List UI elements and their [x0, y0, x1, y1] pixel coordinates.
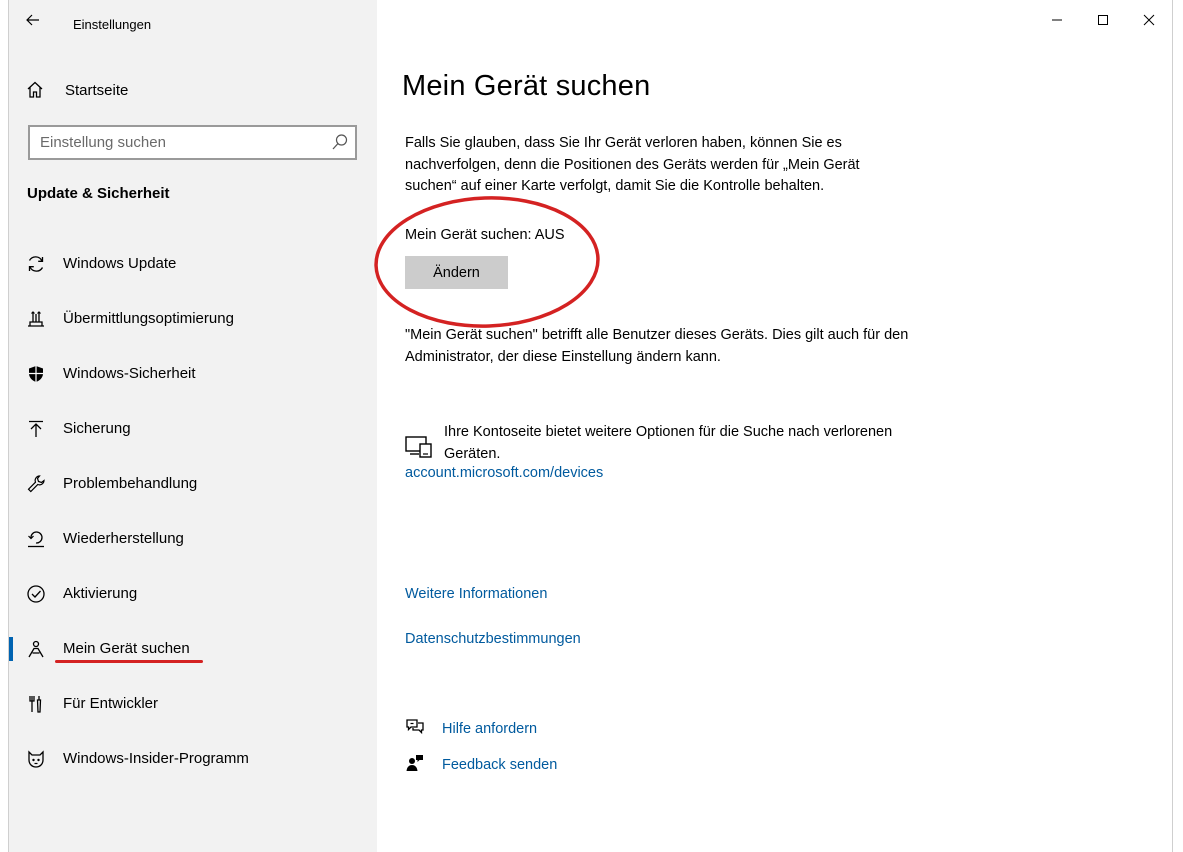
- red-underline-annotation: [55, 660, 203, 663]
- sidebar: Einstellungen Startseite Update & Sicher…: [9, 0, 377, 852]
- sidebar-item-label: Sicherung: [63, 420, 131, 437]
- sidebar-item-recovery[interactable]: Wiederherstellung: [9, 511, 377, 566]
- check-circle-icon: [25, 583, 47, 605]
- settings-search: [28, 125, 357, 160]
- feedback-row[interactable]: Feedback senden: [405, 753, 557, 777]
- sidebar-item-find-my-device[interactable]: Mein Gerät suchen: [9, 621, 377, 676]
- back-arrow-icon: [26, 14, 39, 26]
- sidebar-item-windows-security[interactable]: Windows-Sicherheit: [9, 346, 377, 401]
- help-chat-icon: [405, 717, 425, 742]
- sync-icon: [25, 253, 47, 275]
- maximize-icon: [1098, 15, 1108, 25]
- home-icon: [27, 81, 43, 98]
- main-content: Mein Gerät suchen Falls Sie glauben, das…: [374, 0, 1172, 852]
- sidebar-item-backup[interactable]: Sicherung: [9, 401, 377, 456]
- account-page-text: Ihre Kontoseite bietet weitere Optionen …: [444, 424, 893, 462]
- get-help-link[interactable]: Hilfe anfordern: [442, 721, 537, 737]
- feedback-person-icon: [405, 753, 425, 778]
- more-info-link[interactable]: Weitere Informationen: [405, 586, 547, 602]
- home-link[interactable]: Startseite: [25, 76, 128, 104]
- sidebar-item-troubleshoot[interactable]: Problembehandlung: [9, 456, 377, 511]
- sidebar-item-windows-update[interactable]: Windows Update: [9, 236, 377, 291]
- sidebar-item-windows-insider[interactable]: Windows-Insider-Programm: [9, 731, 377, 786]
- sidebar-item-label: Aktivierung: [63, 585, 138, 602]
- sidebar-item-activation[interactable]: Aktivierung: [9, 566, 377, 621]
- change-button[interactable]: Ändern: [405, 256, 508, 289]
- all-users-note: "Mein Gerät suchen" betrifft alle Benutz…: [405, 327, 909, 365]
- sidebar-item-label: Für Entwickler: [63, 695, 159, 712]
- home-label: Startseite: [65, 81, 129, 99]
- feedback-link[interactable]: Feedback senden: [442, 757, 557, 773]
- search-icon[interactable]: [331, 133, 349, 156]
- privacy-link[interactable]: Datenschutzbestimmungen: [405, 631, 581, 647]
- sidebar-item-label: Windows Update: [63, 255, 177, 272]
- recovery-icon: [25, 528, 47, 550]
- app-title: Einstellungen: [73, 17, 152, 32]
- insider-cat-icon: [25, 748, 47, 770]
- window-controls: [1034, 0, 1172, 40]
- sidebar-item-label: Übermittlungsoptimierung: [63, 310, 234, 327]
- get-help-row[interactable]: Hilfe anfordern: [405, 717, 537, 741]
- close-button[interactable]: [1126, 0, 1172, 40]
- shield-icon: [25, 363, 47, 385]
- sidebar-item-delivery-optimization[interactable]: Übermittlungsoptimierung: [9, 291, 377, 346]
- close-icon: [1143, 14, 1155, 26]
- sidebar-item-label: Windows-Sicherheit: [63, 365, 196, 382]
- developer-tools-icon: [25, 693, 47, 715]
- page-title: Mein Gerät suchen: [402, 70, 651, 102]
- settings-window: Einstellungen Startseite Update & Sicher…: [8, 0, 1173, 852]
- description-text: Falls Sie glauben, dass Sie Ihr Gerät ve…: [405, 135, 860, 194]
- back-button[interactable]: [21, 8, 45, 32]
- minimize-button[interactable]: [1034, 0, 1080, 40]
- sidebar-item-label: Windows-Insider-Programm: [63, 750, 249, 767]
- sidebar-item-label: Mein Gerät suchen: [63, 640, 190, 657]
- find-device-person-icon: [25, 638, 47, 660]
- sidebar-nav: Windows Update Übermittlungsoptimierung …: [9, 236, 377, 786]
- backup-arrow-up-icon: [25, 418, 47, 440]
- search-input[interactable]: [30, 134, 320, 151]
- sidebar-item-label: Wiederherstellung: [63, 530, 184, 547]
- wrench-icon: [25, 473, 47, 495]
- find-device-status: Mein Gerät suchen: AUS: [405, 227, 565, 243]
- section-title: Update & Sicherheit: [27, 185, 170, 202]
- delivery-optimization-icon: [25, 308, 47, 330]
- maximize-button[interactable]: [1080, 0, 1126, 40]
- devices-icon: [405, 435, 433, 464]
- account-devices-link[interactable]: account.microsoft.com/devices: [405, 465, 603, 481]
- sidebar-item-label: Problembehandlung: [63, 475, 198, 492]
- sidebar-item-for-developers[interactable]: Für Entwickler: [9, 676, 377, 731]
- minimize-icon: [1052, 19, 1062, 21]
